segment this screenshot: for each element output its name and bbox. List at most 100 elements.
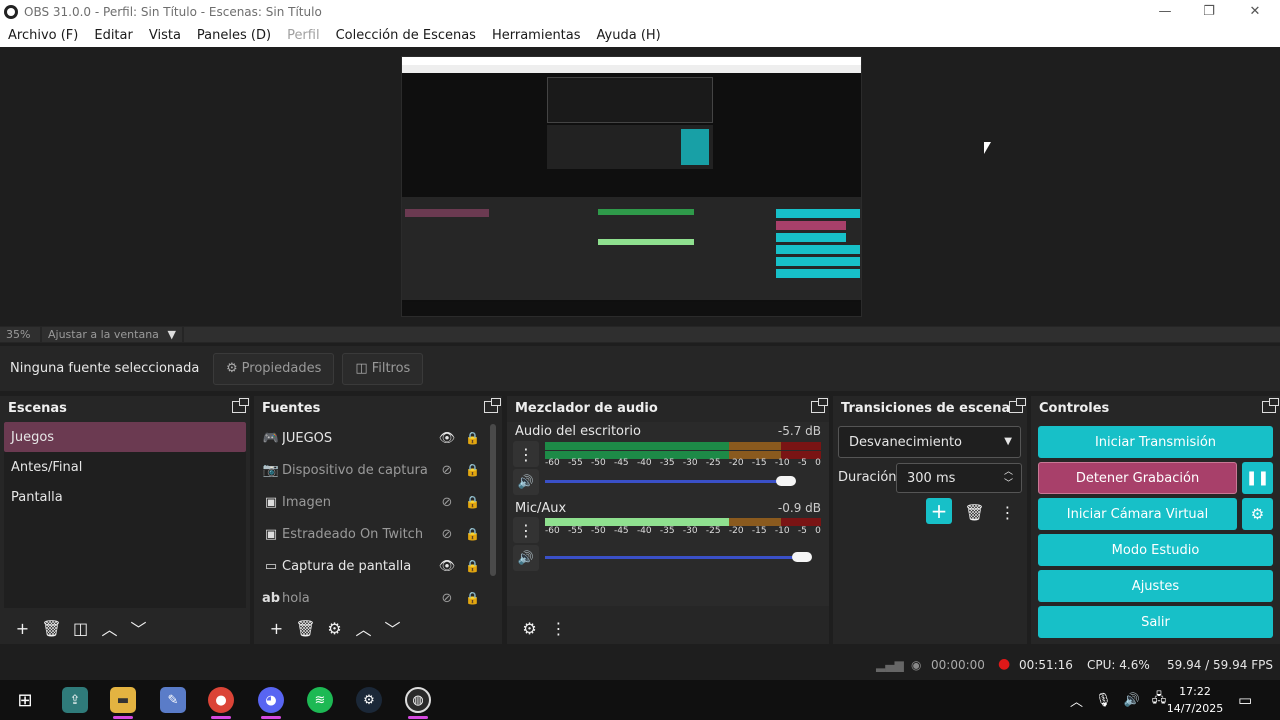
meter-tick-label: -60 [545, 526, 560, 536]
source-item[interactable]: 📷 Dispositivo de captura de vídeo ⊘ 🔒 [262, 454, 488, 486]
eye-hidden-icon[interactable]: ⊘ [438, 463, 456, 478]
zoom-fit-select[interactable]: Ajustar a la ventana ▼ [42, 327, 182, 342]
pause-recording-icon[interactable]: ❚❚ [1242, 462, 1273, 494]
menu-coleccion-escenas[interactable]: Colección de Escenas [328, 28, 484, 43]
volume-slider[interactable] [545, 480, 786, 483]
discord-icon[interactable]: ◕ [258, 687, 284, 713]
source-item[interactable]: 🎮 JUEGOS 👁 🔒 [262, 422, 488, 454]
lock-icon[interactable]: 🔒 [465, 527, 480, 541]
start-virtual-camera-button[interactable]: Iniciar Cámara Virtual [1038, 498, 1237, 530]
speaker-icon[interactable]: 🔊 [513, 469, 539, 495]
lock-icon[interactable]: 🔒 [465, 463, 480, 477]
chrome-icon[interactable]: ● [208, 687, 234, 713]
microphone-icon[interactable]: 🎙 [1095, 693, 1112, 708]
lock-icon[interactable]: 🔒 [465, 559, 480, 573]
eye-hidden-icon[interactable]: ⊘ [438, 527, 456, 542]
maximize-button[interactable]: ❐ [1186, 0, 1232, 23]
program-preview[interactable] [401, 56, 862, 317]
source-label: Imagen [282, 494, 331, 510]
volume-icon[interactable]: 🔊 [1124, 693, 1140, 708]
undock-icon[interactable] [484, 398, 501, 413]
menu-herramientas[interactable]: Herramientas [484, 28, 589, 43]
move-up-icon[interactable]: ︿ [349, 614, 378, 642]
add-scene-button[interactable]: + [8, 614, 37, 642]
settings-button[interactable]: Ajustes [1038, 570, 1273, 602]
speaker-icon[interactable]: 🔊 [513, 545, 539, 571]
filter-icon: ◫ [355, 361, 368, 376]
menu-paneles[interactable]: Paneles (D) [189, 28, 279, 43]
trash-icon[interactable]: 🗑 [291, 614, 320, 642]
horizontal-scrollbar[interactable] [184, 327, 1280, 342]
scene-filters-icon[interactable]: ◫ [66, 614, 95, 642]
obs-taskbar-icon[interactable]: ◍ [405, 687, 431, 713]
transition-select[interactable]: Desvanecimiento ▼ [838, 426, 1021, 458]
preview-nested-docks [547, 125, 713, 169]
eye-hidden-icon[interactable]: ⊘ [438, 591, 456, 606]
eye-icon[interactable]: 👁 [438, 431, 456, 446]
menu-editar[interactable]: Editar [86, 28, 141, 43]
minimize-button[interactable]: — [1142, 0, 1188, 23]
move-down-icon[interactable]: ﹀ [378, 614, 407, 642]
menu-ayuda[interactable]: Ayuda (H) [589, 28, 669, 43]
undock-icon[interactable] [811, 398, 828, 413]
channel-menu-icon[interactable]: ⋮ [513, 517, 539, 543]
studio-mode-button[interactable]: Modo Estudio [1038, 534, 1273, 566]
spotify-icon[interactable]: ≋ [307, 687, 333, 713]
scene-item[interactable]: Juegos [4, 422, 246, 452]
eye-hidden-icon[interactable]: ⊘ [438, 495, 456, 510]
source-item[interactable]: ab hola ⊘ 🔒 [262, 582, 488, 614]
notifications-icon[interactable]: ▭ [1238, 680, 1252, 720]
system-clock[interactable]: 17:22 14/7/2025 [1165, 683, 1225, 717]
properties-button[interactable]: ⚙ Propiedades [213, 352, 335, 385]
undock-icon[interactable] [232, 398, 249, 413]
scene-item[interactable]: Pantalla [4, 482, 246, 512]
volume-slider-thumb[interactable] [776, 476, 796, 486]
monitor-icon: ▭ [264, 558, 278, 574]
steam-icon[interactable]: ⚙ [356, 687, 382, 713]
source-item[interactable]: ▣ Imagen ⊘ 🔒 [262, 486, 488, 518]
lock-icon[interactable]: 🔒 [465, 495, 480, 509]
trash-icon[interactable]: 🗑 [960, 498, 989, 526]
move-down-icon[interactable]: ﹀ [124, 614, 153, 642]
menu-archivo[interactable]: Archivo (F) [0, 28, 86, 43]
mixer-menu-icon[interactable]: ⋮ [544, 614, 573, 642]
duration-spinbox[interactable]: 300 ms ︿ ﹀ [896, 463, 1022, 493]
exit-button[interactable]: Salir [1038, 606, 1273, 638]
network-bars-icon: ▂▄▆ [876, 658, 904, 672]
scene-item[interactable]: Antes/Final [4, 452, 246, 482]
add-source-button[interactable]: + [262, 614, 291, 642]
advanced-audio-gear-icon[interactable]: ⚙ [515, 614, 544, 642]
trash-icon[interactable]: 🗑 [37, 614, 66, 642]
start-stream-button[interactable]: Iniciar Transmisión [1038, 426, 1273, 458]
undock-icon[interactable] [1009, 398, 1026, 413]
file-explorer-icon[interactable]: ▬ [110, 687, 136, 713]
transition-menu-icon[interactable]: ⋮ [993, 498, 1022, 526]
virtual-camera-gear-icon[interactable]: ⚙ [1242, 498, 1273, 530]
filters-button[interactable]: ◫ Filtros [342, 352, 424, 385]
menu-perfil[interactable]: Perfil [279, 28, 328, 43]
clock-date: 14/7/2025 [1166, 702, 1224, 715]
lock-icon[interactable]: 🔒 [465, 591, 480, 605]
volume-slider[interactable] [545, 556, 802, 559]
duration-value: 300 ms [907, 470, 956, 486]
source-item[interactable]: ▣ Estradeado On Twitch ⊘ 🔒 [262, 518, 488, 550]
gear-icon[interactable]: ⚙ [320, 614, 349, 642]
volume-slider-thumb[interactable] [792, 552, 812, 562]
lock-icon[interactable]: 🔒 [465, 431, 480, 445]
undock-icon[interactable] [1262, 398, 1279, 413]
close-button[interactable]: ✕ [1232, 0, 1278, 23]
stop-recording-button[interactable]: Detener Grabación [1038, 462, 1237, 494]
paint-icon[interactable]: ✎ [160, 687, 186, 713]
chevron-up-icon[interactable]: ︿ [1070, 691, 1083, 710]
source-item[interactable]: ▭ Captura de pantalla 👁 🔒 [262, 550, 488, 582]
eye-icon[interactable]: 👁 [438, 559, 456, 574]
spin-arrows-icon[interactable]: ︿ ﹀ [1004, 466, 1013, 490]
sources-scrollbar[interactable] [490, 424, 496, 576]
level-meter [545, 518, 729, 526]
move-up-icon[interactable]: ︿ [95, 614, 124, 642]
menu-vista[interactable]: Vista [141, 28, 189, 43]
add-transition-button[interactable]: + [926, 498, 952, 524]
channel-menu-icon[interactable]: ⋮ [513, 441, 539, 467]
app-icon[interactable]: ⇪ [62, 687, 88, 713]
windows-start-icon[interactable]: ⊞ [12, 687, 38, 713]
